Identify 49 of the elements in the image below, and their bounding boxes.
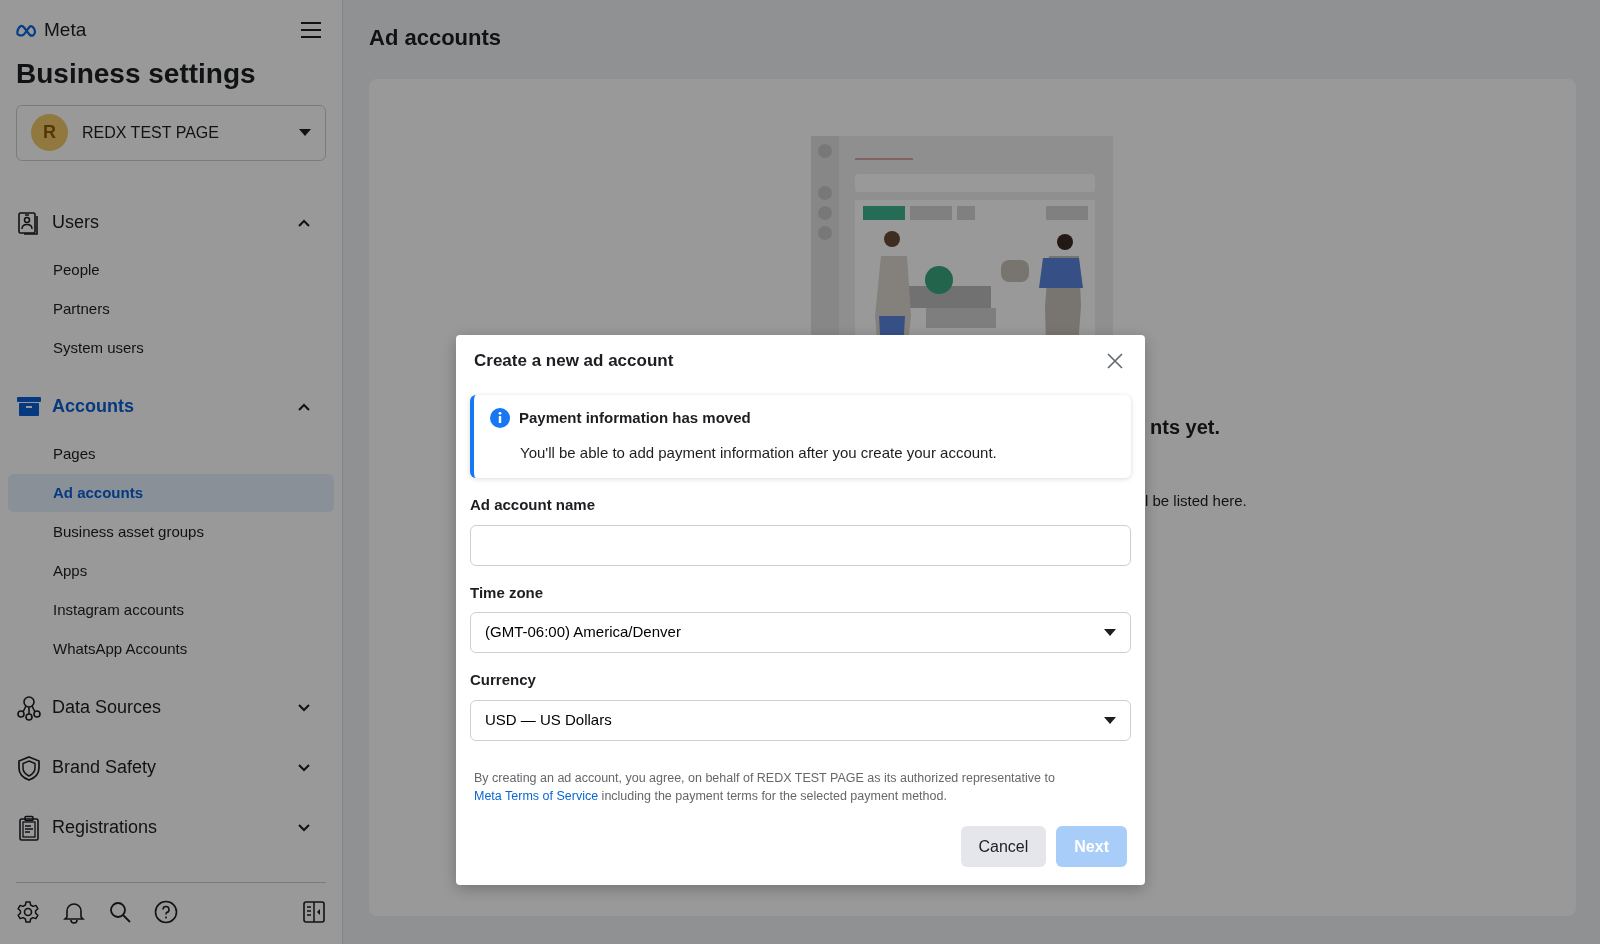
- notice-title: Payment information has moved: [519, 408, 751, 428]
- dropdown-field[interactable]: USD — US Dollars: [470, 699, 1131, 741]
- chevron-icon: [298, 823, 310, 832]
- page-title: Ad accounts: [369, 25, 503, 52]
- terms-text: By creating an ad account, you agree, on behalf of REDX TEST PAGE as its authorized representative to Meta Terms of Service including the payment terms for the selected payment method.: [474, 769, 1056, 806]
- sidebar-item[interactable]: Pages: [8, 434, 334, 473]
- settings-icon[interactable]: [16, 899, 40, 924]
- terms-link[interactable]: Meta Terms of Service: [474, 789, 599, 804]
- caret-icon: [1104, 716, 1116, 724]
- chevron-icon: [298, 402, 310, 411]
- dialog-title: Create a new ad account: [474, 350, 674, 373]
- search-icon[interactable]: [108, 899, 132, 924]
- info-icon: [490, 408, 510, 429]
- empty-state-heading: nts yet.: [1150, 415, 1222, 441]
- sidebar-section[interactable]: Data Sources: [8, 687, 334, 728]
- sidebar-item[interactable]: People: [8, 250, 334, 289]
- sidebar-section[interactable]: Brand Safety: [8, 747, 334, 788]
- field-label: Currency: [470, 670, 537, 690]
- network-icon: [16, 694, 42, 721]
- clipboard-icon: [16, 814, 42, 841]
- sidebar-item[interactable]: Apps: [8, 551, 334, 590]
- account-avatar: R: [31, 114, 68, 151]
- sidebar-item[interactable]: WhatsApp Accounts: [8, 629, 334, 668]
- notice-text: You'll be able to add payment information after you create your account.: [520, 442, 998, 463]
- field-label: Time zone: [470, 582, 545, 603]
- sidebar-section[interactable]: Accounts: [8, 386, 334, 427]
- caret-icon: [1104, 629, 1116, 636]
- panel-toggle-icon[interactable]: [302, 899, 326, 924]
- field-label: Ad account name: [470, 495, 597, 515]
- chevron-icon: [298, 763, 310, 772]
- sidebar-item[interactable]: Partners: [8, 289, 334, 328]
- sidebar-section[interactable]: Users: [8, 202, 334, 243]
- brand-name: Meta: [44, 18, 87, 42]
- sidebar-title: Business settings: [16, 56, 257, 91]
- sidebar-item[interactable]: Instagram accounts: [8, 590, 334, 629]
- chevron-icon: [298, 218, 310, 227]
- input-field[interactable]: [470, 524, 1131, 566]
- account-selector[interactable]: R REDX TEST PAGE: [16, 104, 326, 161]
- sidebar-section[interactable]: Registrations: [8, 807, 334, 848]
- cancel-button[interactable]: Cancel: [960, 826, 1047, 867]
- shield-icon: [16, 754, 42, 781]
- dropdown-field[interactable]: (GMT-06:00) America/Denver: [470, 612, 1131, 653]
- sidebar-item[interactable]: System users: [8, 328, 334, 367]
- sidebar-item[interactable]: Ad accounts: [8, 473, 334, 512]
- chevron-icon: [298, 703, 310, 712]
- help-icon[interactable]: [154, 899, 178, 924]
- caret-icon: [299, 129, 311, 136]
- sidebar-item[interactable]: Business asset groups: [8, 512, 334, 551]
- empty-state-text: l be listed here.: [1145, 491, 1248, 512]
